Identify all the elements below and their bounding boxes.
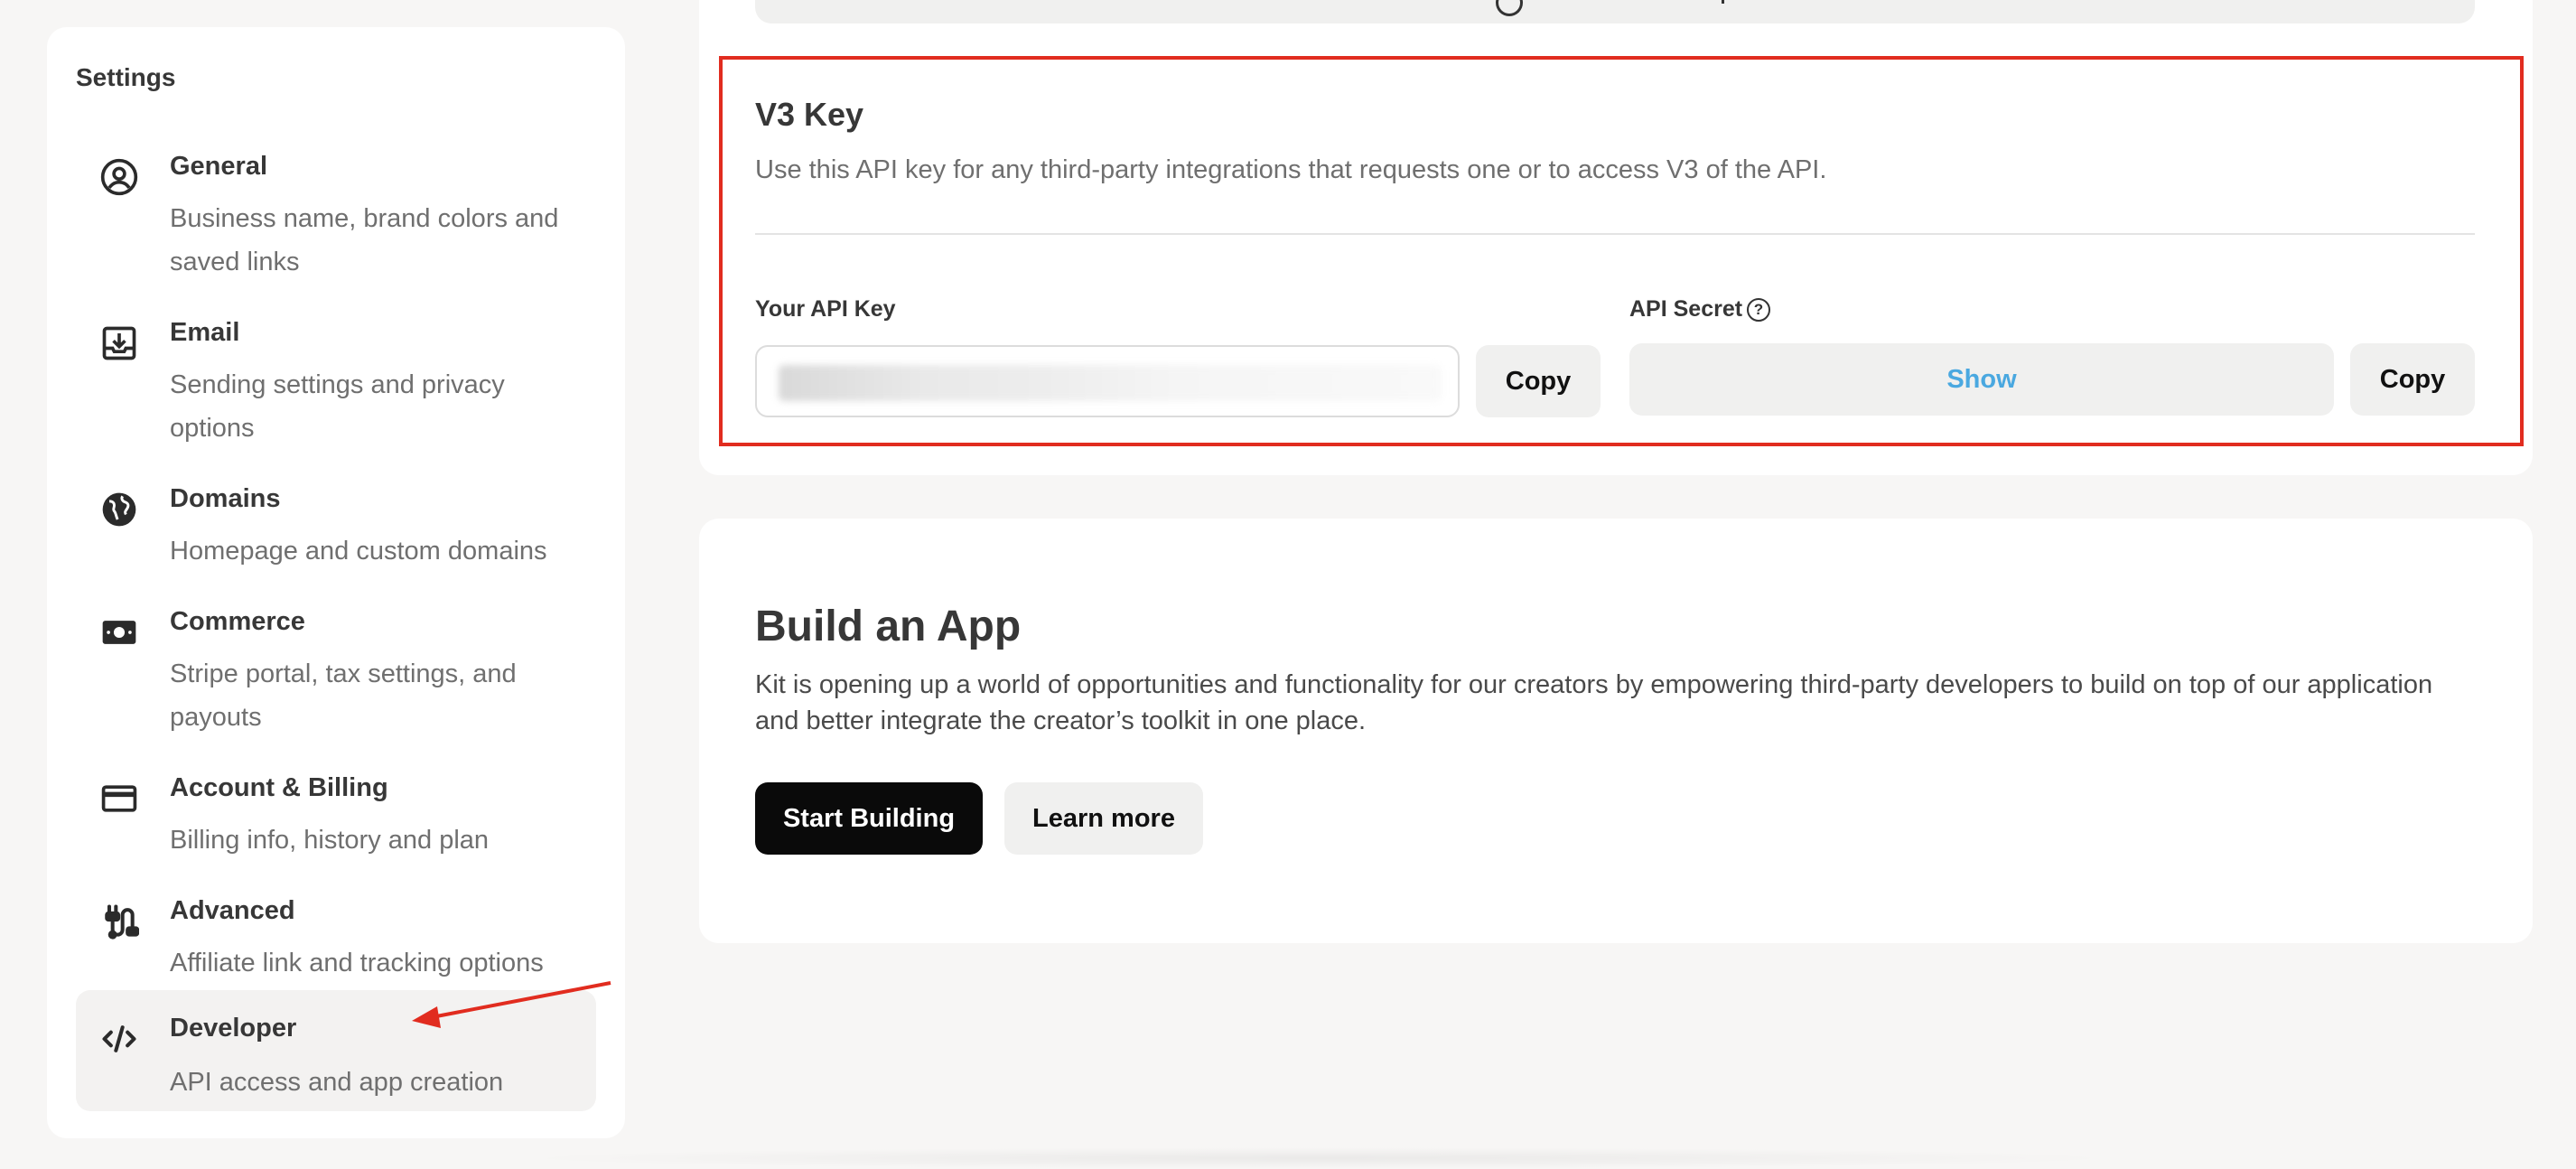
- sidebar-item-label: Commerce: [170, 607, 305, 636]
- sidebar-item-email[interactable]: Email Sending settings and privacy optio…: [76, 302, 596, 464]
- previous-section-glyph: [1722, 0, 1729, 4]
- sidebar-item-desc: Homepage and custom domains: [170, 537, 547, 566]
- build-app-description: Kit is opening up a world of opportuniti…: [755, 670, 2433, 735]
- sidebar-item-developer[interactable]: Developer API access and app creation: [76, 990, 596, 1111]
- sidebar-item-advanced[interactable]: Advanced Affiliate link and tracking opt…: [76, 880, 596, 999]
- globe-icon: [98, 488, 141, 531]
- sidebar-item-desc: Sending settings and privacy options: [170, 370, 505, 443]
- user-circle-icon: [98, 155, 141, 199]
- sidebar-title: Settings: [76, 63, 176, 91]
- previous-section-strip: [755, 0, 2475, 23]
- build-app-title: Build an App: [755, 603, 1022, 650]
- previous-section-icon: [1496, 0, 1523, 16]
- credit-card-icon: [98, 777, 141, 820]
- sidebar-item-desc: Business name, brand colors and saved li…: [170, 204, 559, 276]
- code-icon: [98, 1017, 141, 1061]
- sidebar-item-account-billing[interactable]: Account & Billing Billing info, history …: [76, 757, 596, 876]
- annotation-highlight-box: [719, 56, 2524, 446]
- sidebar-item-desc: Stripe portal, tax settings, and payouts: [170, 659, 517, 732]
- sidebar-item-desc: Affiliate link and tracking options: [170, 949, 544, 977]
- cash-icon: [98, 611, 141, 654]
- sidebar-item-desc: Billing info, history and plan: [170, 826, 490, 855]
- learn-more-button[interactable]: Learn more: [1004, 782, 1203, 855]
- sidebar-item-label: Email: [170, 318, 240, 347]
- start-building-button[interactable]: Start Building: [755, 782, 983, 855]
- sidebar-item-label: Domains: [170, 484, 281, 513]
- sidebar-item-label: Developer: [170, 1014, 297, 1043]
- plug-icon: [98, 900, 141, 943]
- sidebar-item-label: Account & Billing: [170, 773, 388, 802]
- sidebar-item-label: Advanced: [170, 896, 295, 925]
- inbox-download-icon: [98, 322, 141, 365]
- settings-sidebar: Settings General Business name, brand co…: [47, 27, 625, 1138]
- page-bottom-shadow: [506, 1147, 2132, 1169]
- sidebar-item-label: General: [170, 152, 267, 181]
- sidebar-item-general[interactable]: General Business name, brand colors and …: [76, 136, 596, 298]
- sidebar-item-commerce[interactable]: Commerce Stripe portal, tax settings, an…: [76, 591, 596, 753]
- sidebar-item-domains[interactable]: Domains Homepage and custom domains: [76, 468, 596, 587]
- sidebar-item-desc: API access and app creation: [170, 1068, 504, 1097]
